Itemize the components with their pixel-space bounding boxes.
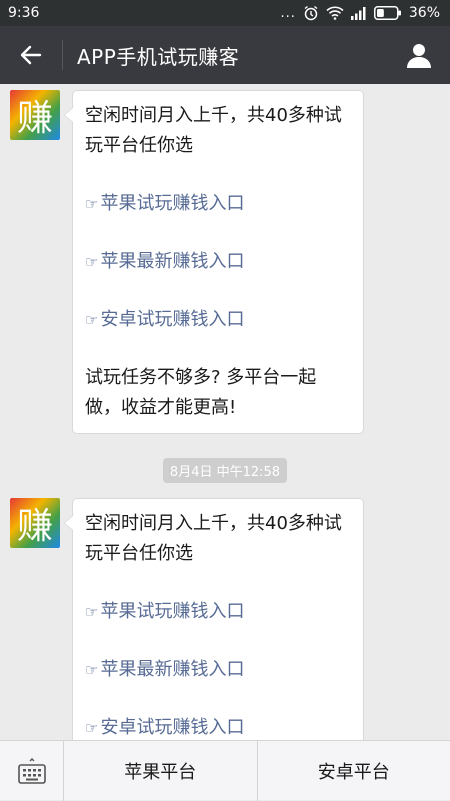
message-intro: 空闲时间月入上千，共40多种试玩平台任你选: [85, 101, 351, 161]
pointing-hand-icon: ☞: [85, 311, 98, 329]
message-bubble: 空闲时间月入上千，共40多种试玩平台任你选 ☞苹果试玩赚钱入口 ☞苹果最新赚钱入…: [72, 90, 364, 434]
battery-percent: 36%: [409, 5, 440, 21]
alarm-icon: [303, 5, 319, 21]
signal-dots: ...: [280, 6, 295, 21]
profile-button[interactable]: [388, 26, 450, 84]
wifi-icon: [326, 6, 344, 20]
back-arrow-icon: [19, 43, 43, 67]
link-apple-trial[interactable]: ☞苹果试玩赚钱入口: [85, 597, 351, 627]
status-bar: 9:36 ... 36%: [0, 0, 450, 26]
avatar[interactable]: 赚: [10, 498, 60, 548]
keyboard-icon: [17, 756, 47, 786]
cell-signal-icon: [351, 7, 367, 20]
timestamp-row: 8月4日 中午12:58: [0, 458, 450, 483]
link-apple-latest[interactable]: ☞苹果最新赚钱入口: [85, 247, 351, 277]
message-bubble: 空闲时间月入上千，共40多种试玩平台任你选 ☞苹果试玩赚钱入口 ☞苹果最新赚钱入…: [72, 498, 364, 740]
pointing-hand-icon: ☞: [85, 195, 98, 213]
chat-area[interactable]: 赚 空闲时间月入上千，共40多种试玩平台任你选 ☞苹果试玩赚钱入口 ☞苹果最新赚…: [0, 84, 450, 740]
message-outro: 试玩任务不够多? 多平台一起做，收益才能更高!: [85, 363, 351, 423]
link-android-trial[interactable]: ☞安卓试玩赚钱入口: [85, 305, 351, 335]
menu-apple-platform[interactable]: 苹果平台: [64, 741, 257, 801]
keyboard-toggle-button[interactable]: [0, 741, 64, 801]
pointing-hand-icon: ☞: [85, 719, 98, 737]
link-apple-latest[interactable]: ☞苹果最新赚钱入口: [85, 655, 351, 685]
battery-icon: [374, 6, 402, 20]
link-apple-trial[interactable]: ☞苹果试玩赚钱入口: [85, 189, 351, 219]
message-intro: 空闲时间月入上千，共40多种试玩平台任你选: [85, 509, 351, 569]
page-title: APP手机试玩赚客: [63, 41, 388, 70]
pointing-hand-icon: ☞: [85, 253, 98, 271]
timestamp: 8月4日 中午12:58: [163, 458, 287, 483]
status-icons: ... 36%: [280, 5, 440, 21]
bottom-menu-bar: 苹果平台 安卓平台: [0, 740, 450, 800]
person-icon: [405, 41, 433, 69]
menu-android-platform[interactable]: 安卓平台: [257, 741, 450, 801]
title-bar: APP手机试玩赚客: [0, 26, 450, 84]
pointing-hand-icon: ☞: [85, 603, 98, 621]
avatar[interactable]: 赚: [10, 90, 60, 140]
link-android-trial[interactable]: ☞安卓试玩赚钱入口: [85, 713, 351, 740]
back-button[interactable]: [0, 26, 62, 84]
status-time: 9:36: [8, 5, 39, 21]
pointing-hand-icon: ☞: [85, 661, 98, 679]
